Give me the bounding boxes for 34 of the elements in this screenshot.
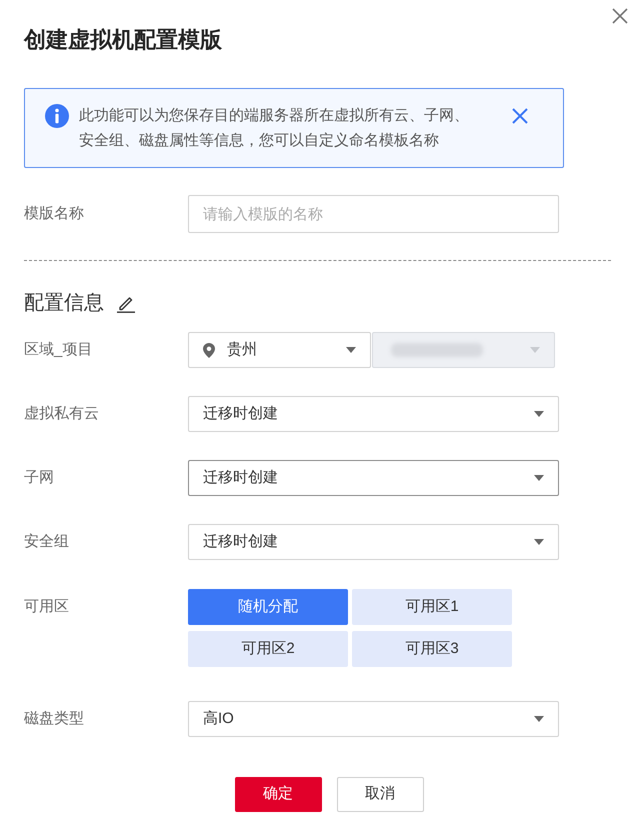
dropdown-field[interactable]: 迁移时创建 (188, 524, 559, 560)
dialog-title: 创建虚拟机配置模版 (24, 26, 222, 54)
info-icon (45, 104, 69, 128)
info-message: 此功能可以为您保存目的端服务器所在虚拟所有云、子网、安全组、磁盘属性等信息，您可以自定义命名模板名称 (79, 106, 470, 151)
zone-option-button[interactable]: 随机分配 (188, 589, 348, 625)
close-icon (612, 8, 628, 24)
dropdown-caret-icon (534, 475, 544, 481)
field-label: 区域_项目 (24, 340, 94, 360)
close-button[interactable] (612, 8, 628, 24)
field-label: 模版名称 (24, 204, 85, 224)
zone-option-button[interactable]: 可用区3 (352, 631, 512, 667)
field-label: 可用区 (24, 597, 70, 617)
dropdown-caret-icon (530, 347, 540, 353)
dropdown-caret-icon (346, 347, 356, 353)
close-icon (511, 107, 529, 125)
field-label: 子网 (24, 468, 55, 488)
dropdown-field[interactable]: 迁移时创建 (188, 396, 559, 432)
field-label: 安全组 (24, 532, 70, 552)
section-title: 配置信息 (24, 291, 104, 316)
zone-option-button[interactable]: 可用区2 (188, 631, 348, 667)
dismiss-button[interactable] (511, 107, 529, 125)
confirm-button[interactable]: 确定 (234, 777, 322, 812)
dropdown-caret-icon (534, 539, 544, 545)
dropdown-field[interactable]: 高IO (188, 701, 559, 737)
field-label: 磁盘类型 (24, 708, 85, 729)
location-pin-icon (203, 342, 215, 358)
dropdown-caret-icon (534, 411, 544, 417)
dropdown-field[interactable]: 迁移时创建 (188, 460, 559, 496)
zone-option-button[interactable]: 可用区1 (352, 589, 512, 625)
dropdown-caret-icon (534, 716, 544, 722)
name-input-field[interactable]: 请输入模版的名称 (188, 195, 559, 233)
cancel-button[interactable]: 取消 (336, 777, 424, 812)
field-label: 虚拟私有云 (24, 404, 100, 424)
dropdown-field[interactable]: 贵州 (188, 332, 371, 368)
